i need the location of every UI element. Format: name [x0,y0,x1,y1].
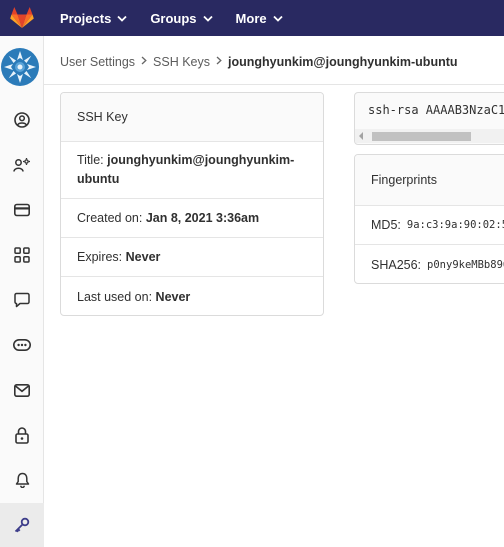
md5-fingerprint-row: MD5: 9a:c3:9a:90:02:5 [355,206,504,245]
last-used-value: Never [155,289,191,304]
ssh-keys-icon[interactable] [0,503,44,547]
ssh-key-title-row: Title: jounghyunkim@jounghyunkim- ubuntu [61,142,323,199]
md5-label: MD5: [371,218,401,232]
nav-projects-dropdown[interactable]: Projects [60,11,127,26]
fingerprints-card: Fingerprints MD5: 9a:c3:9a:90:02:5 SHA25… [354,154,504,284]
md5-value: 9a:c3:9a:90:02:5 [406,219,504,231]
sha256-fingerprint-row: SHA256: p0ny9keMBb896 [355,245,504,283]
ssh-key-card-header: SSH Key [61,93,323,142]
ssh-key-expires-row: Expires: Never [61,238,323,277]
chevron-down-icon [202,15,213,22]
title-value-line2: ubuntu [77,172,120,186]
title-label: Title: [77,153,104,167]
created-label: Created on: [77,211,143,225]
ssh-key-content-box[interactable]: ssh-rsa AAAAB3NzaC1 [354,92,504,145]
expires-label: Expires: [77,250,123,264]
breadcrumb: User Settings SSH Keys jounghyunkim@joun… [60,54,458,70]
breadcrumb-ssh-keys[interactable]: SSH Keys [153,55,210,69]
chat-icon[interactable] [0,285,44,315]
nav-groups-dropdown[interactable]: Groups [150,10,213,26]
chevron-right-icon [216,56,222,68]
access-tokens-icon[interactable] [0,330,44,360]
profile-icon[interactable] [0,105,44,135]
title-value-line1: jounghyunkim@jounghyunkim- [107,153,295,167]
settings-sidebar [0,36,44,547]
sha256-label: SHA256: [371,257,422,272]
account-icon[interactable] [0,150,44,180]
expires-value: Never [125,250,161,264]
applications-icon[interactable] [0,240,44,270]
password-icon[interactable] [0,420,44,450]
emails-icon[interactable] [0,375,44,405]
nav-more-label: More [235,10,267,26]
gitlab-logo-icon[interactable] [0,0,44,36]
user-avatar[interactable] [1,48,39,86]
nav-projects-label: Projects [60,10,112,26]
notifications-icon[interactable] [0,465,44,495]
sha256-value: p0ny9keMBb896 [427,258,504,271]
created-value: Jan 8, 2021 3:36am [145,211,260,225]
nav-more-dropdown[interactable]: More [236,11,283,26]
ssh-key-last-used-row: Last used on: Never [61,277,323,315]
scroll-left-arrow-icon[interactable] [359,132,363,140]
breadcrumb-current[interactable]: jounghyunkim@jounghyunkim-ubuntu [228,55,458,69]
ssh-key-details-card: SSH Key Title: jounghyunkim@jounghyunkim… [60,92,324,316]
top-navbar: Projects Groups More [0,0,504,36]
chevron-down-icon [272,15,283,22]
breadcrumb-divider [44,84,504,85]
nav-groups-label: Groups [150,10,197,26]
billing-icon[interactable] [0,195,44,225]
horizontal-scrollbar[interactable] [355,129,504,143]
chevron-right-icon [141,56,147,68]
breadcrumb-user-settings[interactable]: User Settings [60,55,135,69]
ssh-key-created-row: Created on: Jan 8, 2021 3:36am [61,199,323,238]
ssh-key-content: ssh-rsa AAAAB3NzaC1 [368,103,504,117]
chevron-down-icon [117,15,127,22]
last-used-label: Last used on: [77,289,153,304]
scrollbar-thumb[interactable] [372,132,471,141]
fingerprints-header: Fingerprints [355,155,504,206]
